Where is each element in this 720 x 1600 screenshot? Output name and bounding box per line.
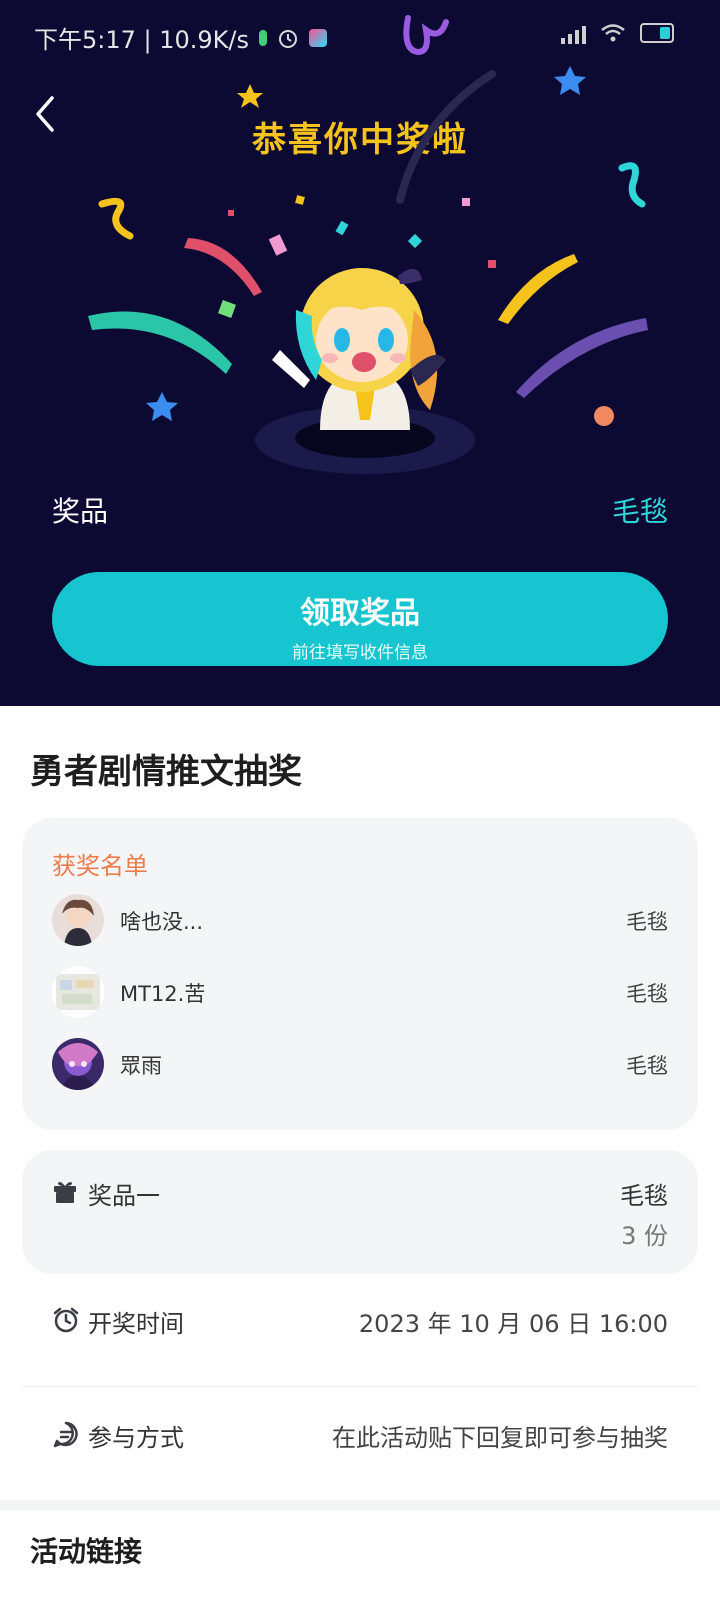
- winner-prize: 毛毯: [626, 910, 668, 934]
- activity-links-heading: 活动链接: [30, 1535, 143, 1568]
- draw-time-label: 开奖时间: [88, 1310, 184, 1338]
- winner-row[interactable]: 眾雨 毛毯: [52, 1038, 668, 1092]
- hero-banner: 下午5:17 | 10.9K/s 恭喜你中奖啦 奖品 毛毯 领取奖品 前往填写收…: [0, 0, 720, 706]
- avatar: [52, 894, 104, 946]
- draw-time-value: 2023 年 10 月 06 日 16:00: [358, 1310, 668, 1338]
- alarm-clock-icon: [53, 1307, 79, 1333]
- claim-button-label: 领取奖品: [300, 596, 420, 631]
- winner-prize: 毛毯: [626, 1054, 668, 1078]
- prize-tier-name: 毛毯: [620, 1182, 668, 1210]
- section-separator: [0, 1500, 720, 1510]
- draw-time-row: 开奖时间 2023 年 10 月 06 日 16:00: [22, 1280, 698, 1360]
- divider: [22, 1386, 698, 1387]
- winner-row[interactable]: MT12.苦 毛毯: [52, 966, 668, 1020]
- prize-tier-label: 奖品一: [88, 1182, 160, 1210]
- prize-tier-quantity: 3 份: [621, 1222, 668, 1250]
- participation-row: 参与方式 在此活动贴下回复即可参与抽奖: [22, 1394, 698, 1474]
- prize-card: 奖品一 毛毯 3 份: [22, 1150, 698, 1274]
- participation-label: 参与方式: [88, 1424, 184, 1452]
- prize-value: 毛毯: [611, 495, 668, 528]
- winners-heading: 获奖名单: [52, 852, 148, 880]
- avatar: [52, 966, 104, 1018]
- lottery-details: 勇者剧情推文抽奖 获奖名单 啥也没... 毛毯 MT12.苦 毛毯 眾雨 毛毯 …: [0, 706, 720, 1600]
- claim-prize-button[interactable]: 领取奖品 前往填写收件信息: [52, 572, 668, 666]
- winner-name: 啥也没...: [120, 910, 204, 934]
- prize-label: 奖品: [52, 495, 109, 528]
- participation-value: 在此活动贴下回复即可参与抽奖: [332, 1424, 668, 1452]
- winner-name: MT12.苦: [120, 982, 206, 1006]
- gift-icon: [54, 1182, 76, 1203]
- chat-bubble-icon: [53, 1421, 78, 1448]
- winner-prize: 毛毯: [626, 982, 668, 1006]
- avatar: [52, 1038, 104, 1090]
- mascot-illustration: [255, 268, 475, 474]
- winner-name: 眾雨: [120, 1054, 162, 1078]
- event-title: 勇者剧情推文抽奖: [30, 752, 302, 792]
- winner-row[interactable]: 啥也没... 毛毯: [52, 894, 668, 948]
- claim-button-sublabel: 前往填写收件信息: [292, 643, 428, 663]
- winners-card: 获奖名单 啥也没... 毛毯 MT12.苦 毛毯 眾雨 毛毯: [22, 818, 698, 1130]
